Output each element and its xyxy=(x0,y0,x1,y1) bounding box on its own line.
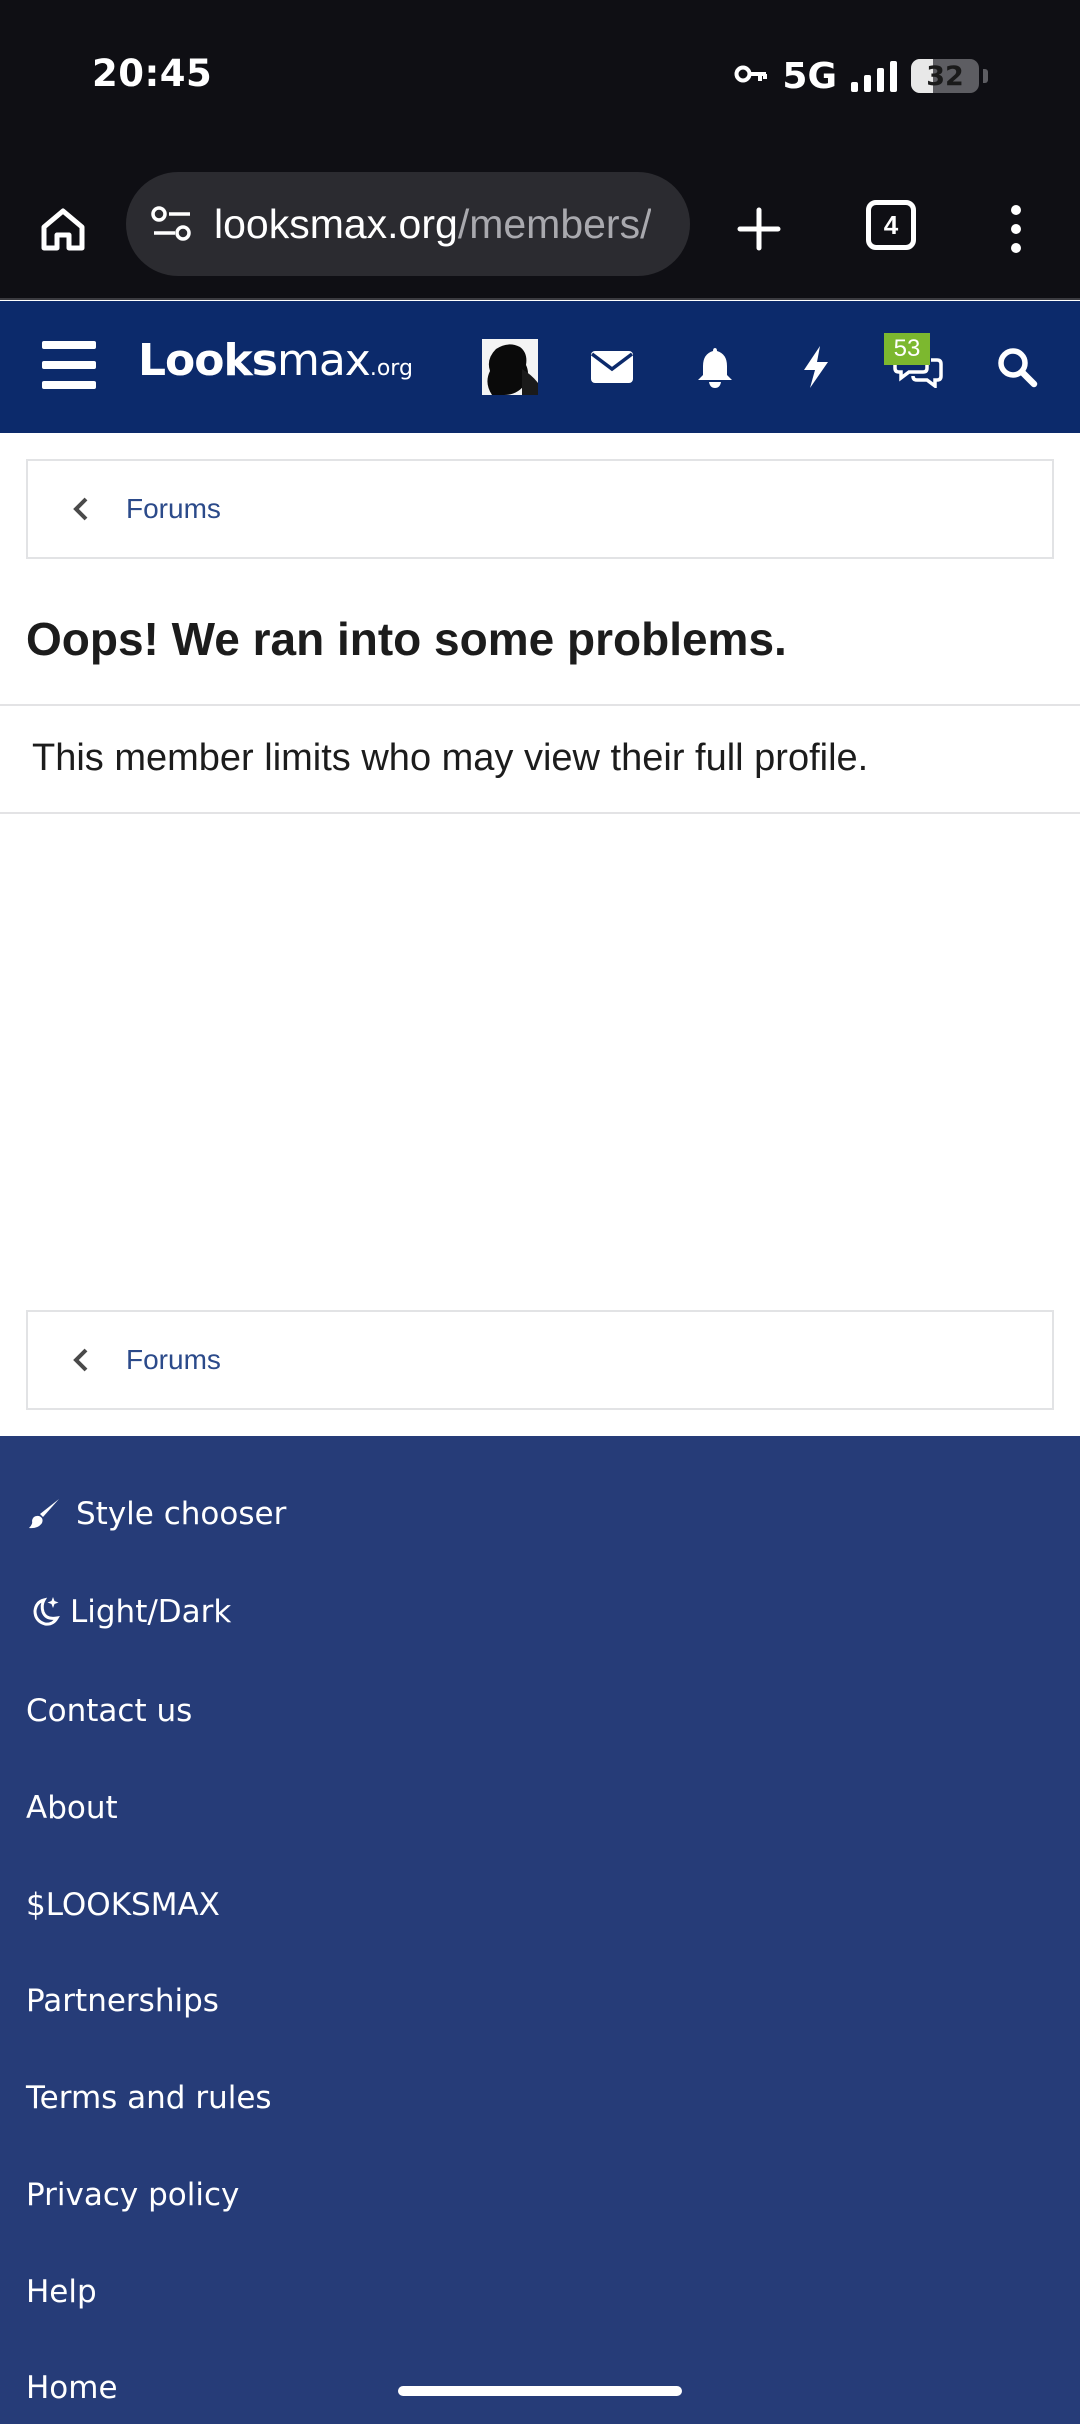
footer-item-label: Home xyxy=(26,2370,118,2406)
about-link[interactable]: About xyxy=(26,1790,118,1826)
url-text[interactable]: looksmax.org/members/ xyxy=(214,201,651,248)
status-bar: 20:45 5G 32 xyxy=(0,0,1080,158)
site-settings-icon[interactable] xyxy=(148,200,196,248)
footer-item-label: Privacy policy xyxy=(26,2177,240,2213)
browser-toolbar: looksmax.org/members/ 4 xyxy=(0,158,1080,300)
terms-link[interactable]: Terms and rules xyxy=(26,2080,272,2116)
network-type: 5G xyxy=(782,55,837,97)
page-title: Oops! We ran into some problems. xyxy=(26,613,787,665)
divider xyxy=(0,704,1080,706)
footer-item-label: Contact us xyxy=(26,1693,193,1729)
menu-icon[interactable] xyxy=(42,341,96,389)
lightning-icon[interactable] xyxy=(786,337,846,397)
breadcrumb-label[interactable]: Forums xyxy=(126,493,221,525)
search-icon[interactable] xyxy=(987,337,1047,397)
contact-us-link[interactable]: Contact us xyxy=(26,1693,192,1729)
gesture-home-indicator[interactable] xyxy=(398,2386,682,2396)
footer-item-label: Style chooser xyxy=(76,1496,287,1532)
chevron-left-icon xyxy=(66,494,96,524)
logo-tld: .org xyxy=(369,356,413,381)
paintbrush-icon xyxy=(26,1496,62,1532)
status-time: 20:45 xyxy=(92,52,213,95)
home-link[interactable]: Home xyxy=(26,2370,118,2406)
site-logo[interactable]: Looksmax.org xyxy=(138,335,413,386)
status-indicators: 5G 32 xyxy=(734,55,988,97)
chevron-left-icon xyxy=(66,1345,96,1375)
signal-icon xyxy=(851,60,897,92)
breadcrumb-label[interactable]: Forums xyxy=(126,1344,221,1376)
key-icon xyxy=(734,63,768,90)
breadcrumb-bottom[interactable]: Forums xyxy=(26,1310,1054,1410)
bell-icon[interactable] xyxy=(685,337,745,397)
footer-item-label: Help xyxy=(26,2274,97,2310)
battery-level: 32 xyxy=(926,60,964,92)
logo-main: Looks xyxy=(138,335,278,386)
chat-badge: 53 xyxy=(884,333,930,365)
privacy-policy-link[interactable]: Privacy policy xyxy=(26,2177,239,2213)
footer-item-label: Light/Dark xyxy=(70,1594,232,1630)
tab-switcher-button[interactable]: 4 xyxy=(866,200,916,250)
battery-icon: 32 xyxy=(911,59,979,93)
light-dark-toggle[interactable]: Light/Dark xyxy=(26,1594,231,1630)
avatar[interactable] xyxy=(482,339,538,395)
site-footer xyxy=(0,1436,1080,2424)
footer-item-label: $LOOKSMAX xyxy=(26,1887,220,1923)
site-header: Looksmax.org xyxy=(0,301,1080,433)
footer-item-label: About xyxy=(26,1790,118,1826)
style-chooser-link[interactable]: Style chooser xyxy=(26,1496,286,1532)
logo-max: max xyxy=(276,335,371,386)
new-tab-icon[interactable] xyxy=(726,196,792,262)
url-path: /members/ xyxy=(457,200,652,247)
breadcrumb[interactable]: Forums xyxy=(26,459,1054,559)
looksmax-token-link[interactable]: $LOOKSMAX xyxy=(26,1887,220,1923)
envelope-icon[interactable] xyxy=(582,337,642,397)
address-bar[interactable]: looksmax.org/members/ xyxy=(126,172,690,276)
footer-item-label: Terms and rules xyxy=(26,2080,272,2116)
home-icon[interactable] xyxy=(30,196,96,262)
footer-item-label: Partnerships xyxy=(26,1983,219,2019)
url-host: looksmax.org xyxy=(214,200,458,247)
more-options-icon[interactable] xyxy=(990,196,1042,262)
help-link[interactable]: Help xyxy=(26,2274,97,2310)
moon-icon xyxy=(26,1594,62,1630)
battery-tip xyxy=(983,69,988,83)
partnerships-link[interactable]: Partnerships xyxy=(26,1983,219,2019)
divider xyxy=(0,812,1080,814)
error-message: This member limits who may view their fu… xyxy=(32,737,869,779)
